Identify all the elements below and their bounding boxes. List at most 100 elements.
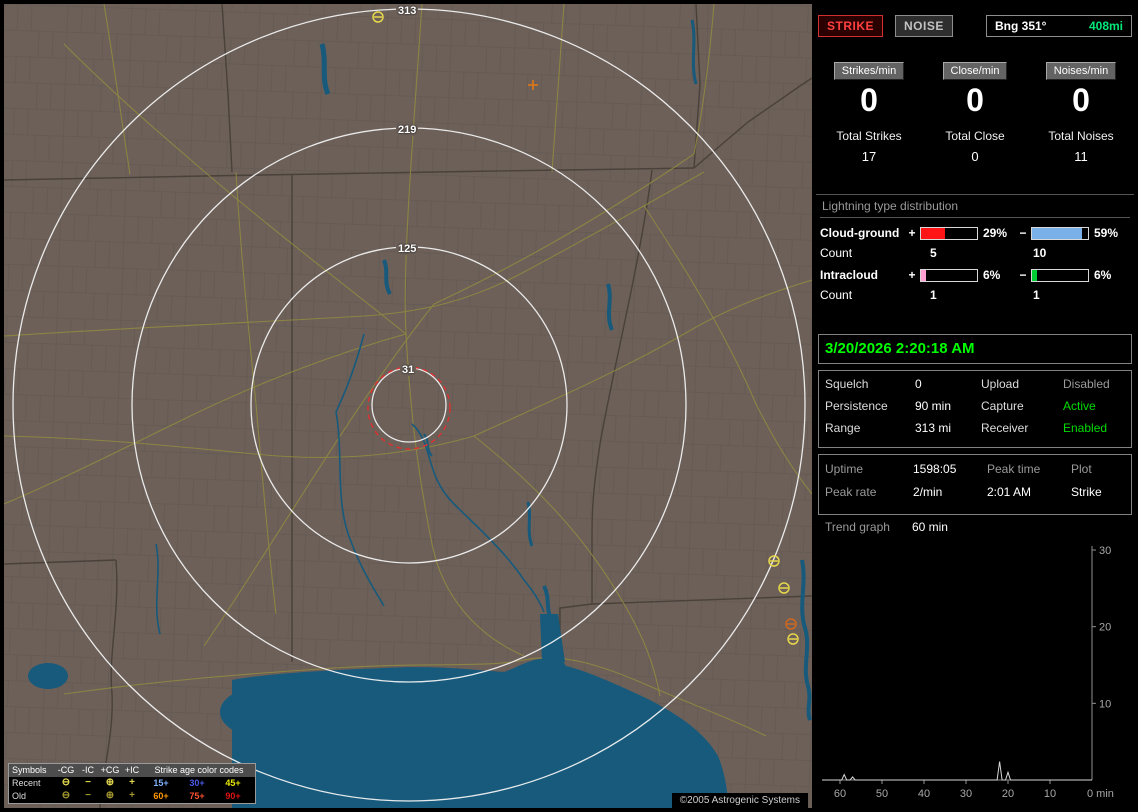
svg-text:30: 30 bbox=[1099, 545, 1111, 557]
legend-age-header: Strike age color codes bbox=[154, 765, 244, 775]
close-per-min-button[interactable]: Close/min bbox=[942, 62, 1008, 80]
legend-row-label: Recent bbox=[12, 778, 41, 788]
noises-per-min-button[interactable]: Noises/min bbox=[1045, 62, 1117, 80]
datetime-value: 3/20/2026 2:20:18 AM bbox=[825, 340, 975, 357]
plot-value: Strike bbox=[1071, 485, 1102, 499]
range-ring-label: 31 bbox=[400, 364, 417, 376]
age-30: 30+ bbox=[189, 778, 205, 788]
uptime-peak-summary: Uptime 1598:05 Peak time Plot Peak rate … bbox=[818, 454, 1132, 515]
ic-positive-bar bbox=[920, 268, 978, 282]
plus-icon: + bbox=[129, 777, 135, 788]
copyright-text: ©2005 Astrogenic Systems bbox=[671, 793, 808, 808]
cloud-ground-label: Cloud-ground bbox=[820, 226, 900, 240]
strikes-per-min-button[interactable]: Strikes/min bbox=[833, 62, 905, 80]
ic-negative-fill bbox=[1032, 269, 1038, 281]
noises-per-min-value: 0 bbox=[1072, 82, 1090, 118]
total-noises-label: Total Noises bbox=[1048, 129, 1114, 143]
range-value: 408mi bbox=[1088, 19, 1123, 33]
cg-positive-bar bbox=[920, 226, 978, 240]
peak-time-label: Peak time bbox=[987, 462, 1041, 476]
svg-text:60: 60 bbox=[834, 788, 846, 800]
count-label: Count bbox=[820, 246, 853, 260]
circled-plus-icon: ⊕ bbox=[105, 777, 115, 788]
legend-col-pos-ic: +IC bbox=[124, 765, 140, 775]
legend-row-recent: Recent ⊖ − ⊕ + 15+ 30+ 45+ bbox=[9, 777, 255, 790]
svg-text:30: 30 bbox=[960, 788, 972, 800]
cg-negative-count: 10 bbox=[1033, 246, 1047, 260]
legend-col-neg-cg: -CG bbox=[57, 765, 75, 775]
age-75: 75+ bbox=[189, 791, 205, 801]
close-counter: Close/min 0 Total Close 0 bbox=[922, 56, 1028, 188]
total-noises-value: 11 bbox=[1074, 149, 1088, 164]
trend-graph-row: Trend graph 60 min bbox=[825, 520, 948, 534]
capture-status: Active bbox=[1063, 399, 1096, 413]
legend-symbols-header: Symbols bbox=[12, 765, 47, 775]
upload-label: Upload bbox=[981, 377, 1020, 391]
strike-indicator[interactable]: STRIKE bbox=[818, 15, 884, 37]
legend-col-pos-cg: +CG bbox=[100, 765, 120, 775]
map-legend: Symbols -CG -IC +CG +IC Strike age color… bbox=[8, 763, 256, 804]
rate-counters: Strikes/min 0 Total Strikes 17 Close/min… bbox=[816, 56, 1134, 188]
legend-row-label: Old bbox=[12, 791, 27, 801]
svg-text:10: 10 bbox=[1044, 788, 1056, 800]
legend-col-neg-ic: -IC bbox=[82, 765, 94, 775]
range-setting-value: 313 mi bbox=[915, 421, 952, 435]
minus-sign: − bbox=[1019, 268, 1027, 282]
circled-plus-icon: ⊕ bbox=[105, 790, 115, 801]
ic-positive-count: 1 bbox=[930, 288, 937, 302]
cg-negative-pct: 59% bbox=[1094, 226, 1119, 240]
cloud-ground-row: Cloud-ground + 29% − 59% bbox=[820, 226, 1130, 240]
ic-positive-pct: 6% bbox=[983, 268, 1001, 282]
minus-icon: − bbox=[85, 777, 91, 788]
range-label: Range bbox=[825, 421, 861, 435]
circled-minus-icon: ⊖ bbox=[61, 777, 71, 788]
ic-negative-pct: 6% bbox=[1094, 268, 1112, 282]
top-toolbar: STRIKE NOISE Bng 351° 408mi bbox=[818, 14, 1132, 38]
intracloud-row: Intracloud + 6% − 6% bbox=[820, 268, 1130, 282]
age-15: 15+ bbox=[153, 778, 169, 788]
minus-sign: − bbox=[1019, 226, 1027, 240]
cg-negative-bar bbox=[1031, 226, 1089, 240]
age-45: 45+ bbox=[225, 778, 241, 788]
squelch-value: 0 bbox=[915, 377, 922, 391]
total-strikes-value: 17 bbox=[861, 149, 877, 164]
legend-header: Symbols -CG -IC +CG +IC Strike age color… bbox=[9, 764, 255, 777]
noises-counter: Noises/min 0 Total Noises 11 bbox=[1028, 56, 1134, 188]
lightning-distribution: Lightning type distribution Cloud-ground… bbox=[816, 194, 1134, 330]
upload-status: Disabled bbox=[1063, 377, 1110, 391]
persistence-value: 90 min bbox=[915, 399, 952, 413]
svg-text:40: 40 bbox=[918, 788, 930, 800]
plus-icon: + bbox=[129, 790, 135, 801]
range-ring-label: 125 bbox=[396, 243, 419, 255]
peak-time-value: 2:01 AM bbox=[987, 485, 1032, 499]
svg-text:20: 20 bbox=[1099, 622, 1111, 634]
circled-minus-icon: ⊖ bbox=[61, 790, 71, 801]
persistence-label: Persistence bbox=[825, 399, 888, 413]
peak-rate-label: Peak rate bbox=[825, 485, 877, 499]
datetime-display: 3/20/2026 2:20:18 AM bbox=[818, 334, 1132, 364]
cg-count-row: Count 5 10 bbox=[820, 246, 1130, 260]
ic-count-row: Count 1 1 bbox=[820, 288, 1130, 302]
lightning-map[interactable]: 313 219 125 31 Symbols -CG -IC +CG +IC S… bbox=[4, 4, 812, 808]
range-ring-label: 313 bbox=[396, 5, 419, 17]
settings-summary: Squelch 0 Upload Disabled Persistence 90… bbox=[818, 370, 1132, 448]
noise-indicator[interactable]: NOISE bbox=[895, 15, 953, 37]
range-ring-label: 219 bbox=[396, 124, 419, 136]
capture-label: Capture bbox=[981, 399, 1024, 413]
bearing-range-display: Bng 351° 408mi bbox=[986, 15, 1132, 37]
peak-rate-value: 2/min bbox=[913, 485, 943, 499]
ic-negative-count: 1 bbox=[1033, 288, 1040, 302]
close-per-min-value: 0 bbox=[966, 82, 984, 118]
bearing-value: Bng 351° bbox=[995, 19, 1047, 33]
distribution-title: Lightning type distribution bbox=[820, 195, 1130, 218]
total-strikes-label: Total Strikes bbox=[836, 129, 902, 143]
ic-negative-bar bbox=[1031, 268, 1089, 282]
receiver-label: Receiver bbox=[981, 421, 1029, 435]
svg-text:0 min: 0 min bbox=[1087, 788, 1114, 800]
cg-positive-fill bbox=[921, 227, 946, 239]
plot-label: Plot bbox=[1071, 462, 1092, 476]
trend-graph-value: 60 min bbox=[911, 520, 948, 534]
count-label: Count bbox=[820, 288, 853, 302]
minus-icon: − bbox=[85, 790, 91, 801]
uptime-value: 1598:05 bbox=[913, 462, 957, 476]
